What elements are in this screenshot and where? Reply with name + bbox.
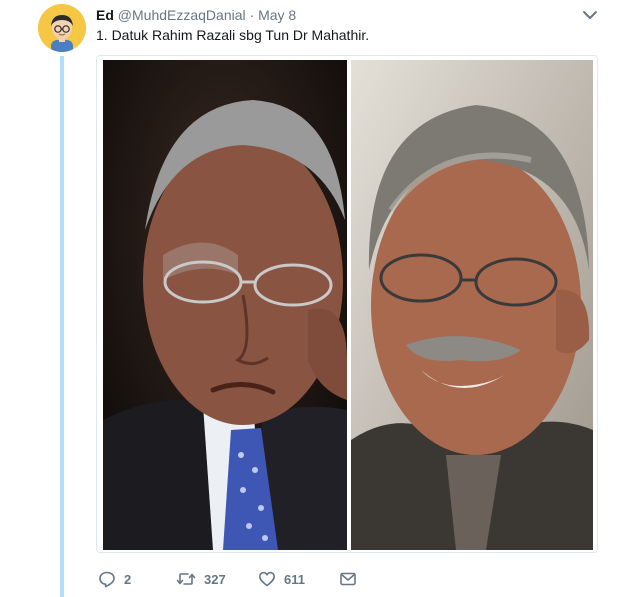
reply-count: 2 <box>124 571 132 587</box>
avatar-icon <box>38 4 86 52</box>
tweet-date[interactable]: May 8 <box>258 7 296 23</box>
portrait-right-image <box>351 60 593 550</box>
media-photo-right[interactable] <box>351 60 593 550</box>
thread-connector-line <box>60 56 64 597</box>
like-count: 611 <box>284 571 305 587</box>
author-name[interactable]: Ed <box>96 7 114 23</box>
chevron-down-icon <box>583 11 597 19</box>
tweet-media[interactable] <box>96 55 598 553</box>
tweet-header: Ed @MuhdEzzaqDanial · May 8 <box>96 6 296 24</box>
header-separator: · <box>249 7 255 23</box>
tweet-actions: 2 327 611 <box>96 568 396 590</box>
direct-message-button[interactable] <box>339 568 357 590</box>
avatar[interactable] <box>38 4 86 52</box>
retweet-icon <box>176 573 196 585</box>
retweet-button[interactable]: 327 <box>176 568 226 590</box>
author-handle[interactable]: @MuhdEzzaqDanial <box>118 7 246 23</box>
like-icon <box>259 571 275 587</box>
reply-button[interactable]: 2 <box>98 568 131 590</box>
tweet-options-button[interactable] <box>579 6 601 24</box>
retweet-count: 327 <box>204 571 226 587</box>
portrait-left-image <box>103 60 347 550</box>
like-button[interactable]: 611 <box>258 568 305 590</box>
direct-message-icon <box>340 572 356 586</box>
reply-icon <box>99 571 115 588</box>
media-photo-left[interactable] <box>103 60 347 550</box>
tweet-text: 1. Datuk Rahim Razali sbg Tun Dr Mahathi… <box>96 27 370 43</box>
